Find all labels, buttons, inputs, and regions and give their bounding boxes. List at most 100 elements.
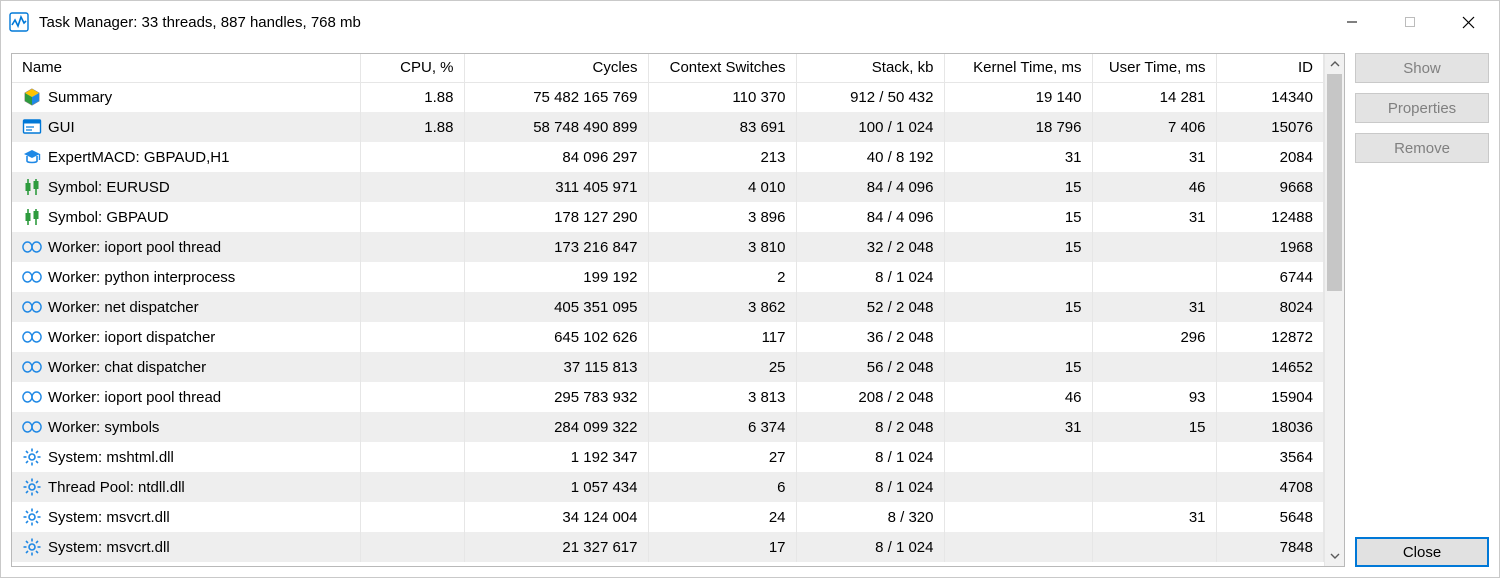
column-header[interactable]: CPU, % xyxy=(360,54,464,82)
column-header[interactable]: Stack, kb xyxy=(796,54,944,82)
scroll-thumb[interactable] xyxy=(1327,74,1342,291)
cell-ctx: 117 xyxy=(648,322,796,352)
cell-id: 15076 xyxy=(1216,112,1324,142)
system-icon xyxy=(22,507,42,527)
cell-stack: 8 / 1 024 xyxy=(796,262,944,292)
table-row[interactable]: System: mshtml.dll1 192 347278 / 1 02435… xyxy=(12,442,1324,472)
row-name-label: Worker: ioport pool thread xyxy=(48,389,221,406)
table-row[interactable]: ExpertMACD: GBPAUD,H184 096 29721340 / 8… xyxy=(12,142,1324,172)
cell-stack: 84 / 4 096 xyxy=(796,172,944,202)
row-name-label: System: msvcrt.dll xyxy=(48,509,170,526)
row-name-label: System: mshtml.dll xyxy=(48,449,174,466)
cell-cycles: 58 748 490 899 xyxy=(464,112,648,142)
column-header[interactable]: Context Switches xyxy=(648,54,796,82)
cell-user: 93 xyxy=(1092,382,1216,412)
name-cell: Worker: python interprocess xyxy=(12,262,360,292)
vertical-scrollbar[interactable] xyxy=(1324,54,1344,566)
table-row[interactable]: Symbol: GBPAUD178 127 2903 89684 / 4 096… xyxy=(12,202,1324,232)
row-name-label: Worker: ioport dispatcher xyxy=(48,329,215,346)
row-name-label: Worker: chat dispatcher xyxy=(48,359,206,376)
table-row[interactable]: System: msvcrt.dll34 124 004248 / 320315… xyxy=(12,502,1324,532)
cell-cycles: 405 351 095 xyxy=(464,292,648,322)
system-icon xyxy=(22,447,42,467)
cell-user: 31 xyxy=(1092,202,1216,232)
cell-cycles: 21 327 617 xyxy=(464,532,648,562)
cell-stack: 8 / 1 024 xyxy=(796,442,944,472)
table-row[interactable]: Thread Pool: ntdll.dll1 057 43468 / 1 02… xyxy=(12,472,1324,502)
properties-button[interactable]: Properties xyxy=(1355,93,1489,123)
titlebar: Task Manager: 33 threads, 887 handles, 7… xyxy=(1,1,1499,43)
column-header[interactable]: User Time, ms xyxy=(1092,54,1216,82)
cell-id: 3564 xyxy=(1216,442,1324,472)
cell-cycles: 1 057 434 xyxy=(464,472,648,502)
remove-button[interactable]: Remove xyxy=(1355,133,1489,163)
window-controls xyxy=(1323,1,1497,43)
table-body: Summary1.8875 482 165 769110 370912 / 50… xyxy=(12,82,1324,562)
table-row[interactable]: Worker: python interprocess199 19228 / 1… xyxy=(12,262,1324,292)
cell-cycles: 199 192 xyxy=(464,262,648,292)
cell-kernel xyxy=(944,442,1092,472)
show-button[interactable]: Show xyxy=(1355,53,1489,83)
cell-kernel xyxy=(944,502,1092,532)
scroll-track[interactable] xyxy=(1325,74,1344,546)
worker-icon xyxy=(22,327,42,347)
cell-kernel: 46 xyxy=(944,382,1092,412)
cell-user: 14 281 xyxy=(1092,82,1216,112)
table-row[interactable]: Worker: ioport dispatcher645 102 6261173… xyxy=(12,322,1324,352)
column-header[interactable]: ID xyxy=(1216,54,1324,82)
name-cell: Worker: ioport pool thread xyxy=(12,232,360,262)
cell-ctx: 6 374 xyxy=(648,412,796,442)
scroll-down-icon[interactable] xyxy=(1325,546,1344,566)
worker-icon xyxy=(22,357,42,377)
cell-user xyxy=(1092,442,1216,472)
table-row[interactable]: Worker: chat dispatcher37 115 8132556 / … xyxy=(12,352,1324,382)
cell-cycles: 75 482 165 769 xyxy=(464,82,648,112)
close-button[interactable]: Close xyxy=(1355,537,1489,567)
cell-ctx: 24 xyxy=(648,502,796,532)
cell-cycles: 311 405 971 xyxy=(464,172,648,202)
cell-cpu xyxy=(360,262,464,292)
cell-ctx: 83 691 xyxy=(648,112,796,142)
cell-cpu xyxy=(360,292,464,322)
table-row[interactable]: Worker: ioport pool thread173 216 8473 8… xyxy=(12,232,1324,262)
cell-kernel: 15 xyxy=(944,172,1092,202)
cell-user: 31 xyxy=(1092,292,1216,322)
cell-cycles: 645 102 626 xyxy=(464,322,648,352)
cell-id: 12488 xyxy=(1216,202,1324,232)
cell-user: 15 xyxy=(1092,412,1216,442)
name-cell: Worker: net dispatcher xyxy=(12,292,360,322)
cell-kernel xyxy=(944,322,1092,352)
row-name-label: Summary xyxy=(48,89,112,106)
cell-id: 7848 xyxy=(1216,532,1324,562)
minimize-button[interactable] xyxy=(1323,1,1381,43)
table-row[interactable]: System: msvcrt.dll21 327 617178 / 1 0247… xyxy=(12,532,1324,562)
table-row[interactable]: Symbol: EURUSD311 405 9714 01084 / 4 096… xyxy=(12,172,1324,202)
row-name-label: GUI xyxy=(48,119,75,136)
close-window-button[interactable] xyxy=(1439,1,1497,43)
cell-cpu xyxy=(360,532,464,562)
cell-cycles: 173 216 847 xyxy=(464,232,648,262)
scroll-up-icon[interactable] xyxy=(1325,54,1344,74)
cell-user: 7 406 xyxy=(1092,112,1216,142)
column-header[interactable]: Cycles xyxy=(464,54,648,82)
table-row[interactable]: Worker: symbols284 099 3226 3748 / 2 048… xyxy=(12,412,1324,442)
cell-cpu xyxy=(360,172,464,202)
cell-cpu: 1.88 xyxy=(360,112,464,142)
thread-table-scroll: NameCPU, %CyclesContext SwitchesStack, k… xyxy=(12,54,1324,566)
maximize-button[interactable] xyxy=(1381,1,1439,43)
thread-table-container: NameCPU, %CyclesContext SwitchesStack, k… xyxy=(11,53,1345,567)
cell-user xyxy=(1092,532,1216,562)
column-header[interactable]: Name xyxy=(12,54,360,82)
table-row[interactable]: Summary1.8875 482 165 769110 370912 / 50… xyxy=(12,82,1324,112)
cell-cycles: 295 783 932 xyxy=(464,382,648,412)
cell-cpu xyxy=(360,382,464,412)
cell-cycles: 37 115 813 xyxy=(464,352,648,382)
column-header[interactable]: Kernel Time, ms xyxy=(944,54,1092,82)
cell-ctx: 213 xyxy=(648,142,796,172)
table-row[interactable]: Worker: ioport pool thread295 783 9323 8… xyxy=(12,382,1324,412)
table-row[interactable]: Worker: net dispatcher405 351 0953 86252… xyxy=(12,292,1324,322)
table-row[interactable]: GUI1.8858 748 490 89983 691100 / 1 02418… xyxy=(12,112,1324,142)
cell-cycles: 84 096 297 xyxy=(464,142,648,172)
gui-icon xyxy=(22,117,42,137)
worker-icon xyxy=(22,237,42,257)
